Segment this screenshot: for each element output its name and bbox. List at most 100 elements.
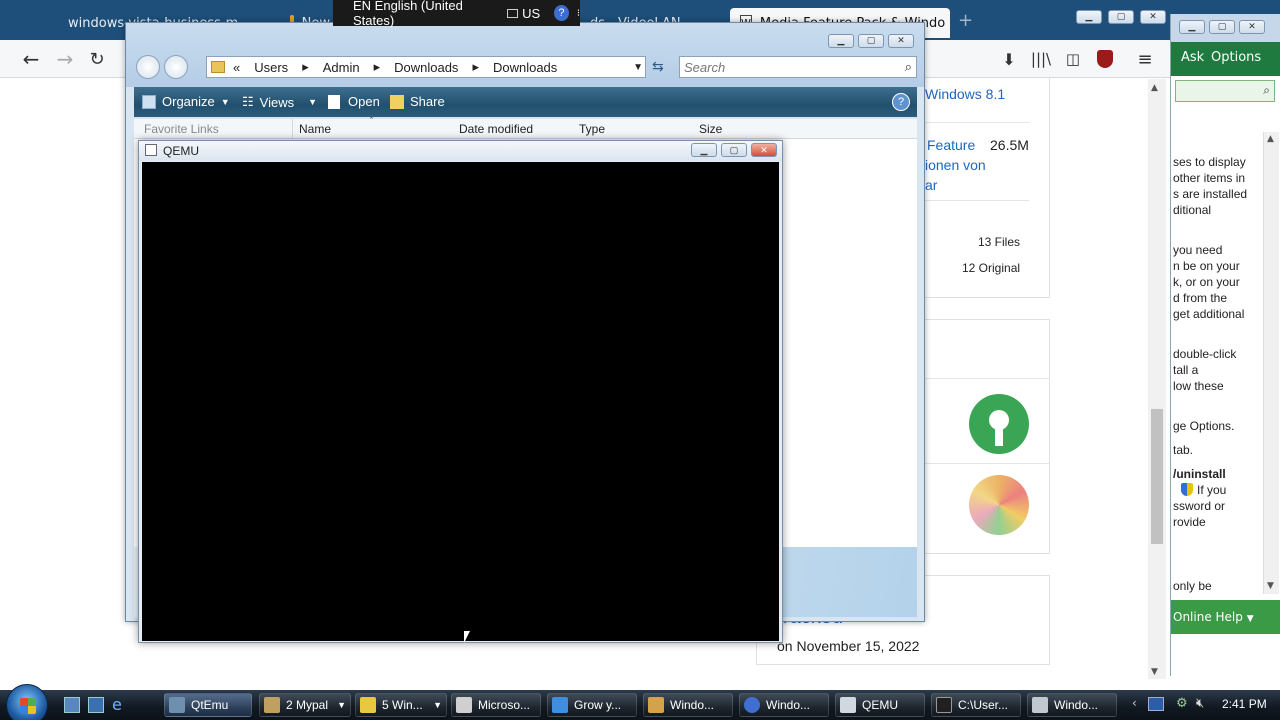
versions-link[interactable]: ionen von <box>925 157 986 173</box>
open-source-icon[interactable] <box>969 394 1029 454</box>
chevron-down-icon[interactable]: ▼ <box>1267 581 1274 591</box>
feature-link[interactable]: Feature <box>927 137 975 153</box>
chevron-down-icon[interactable]: ▼ <box>1247 614 1254 624</box>
start-button[interactable] <box>6 684 48 720</box>
organize-label: Organize <box>162 94 215 109</box>
volume-muted-icon[interactable]: 🔇︎ <box>1196 696 1204 711</box>
close-button[interactable]: ✕ <box>1239 20 1265 34</box>
taskbar-item[interactable]: Microso... <box>451 693 541 717</box>
address-bar[interactable]: « Users ▸ Admin ▸ Downloads ▸ Downloads … <box>206 56 646 78</box>
maximize-button[interactable]: ▢ <box>721 143 747 157</box>
taskbar-item[interactable]: 5 Win... ▼ <box>355 693 447 717</box>
column-size[interactable]: Size <box>699 122 722 136</box>
maximize-button[interactable]: ▢ <box>1209 20 1235 34</box>
options-icon[interactable]: ⁝ <box>577 8 580 19</box>
help-icon[interactable]: ? <box>892 93 910 111</box>
breadcrumb-item[interactable]: Downloads <box>493 60 557 75</box>
minimize-button[interactable]: ▁ <box>828 34 854 48</box>
breadcrumb-overflow[interactable]: « <box>233 60 240 75</box>
taskbar-item[interactable]: QEMU <box>835 693 925 717</box>
colorful-puzzle-icon[interactable] <box>969 475 1029 535</box>
scrollbar-thumb[interactable] <box>1151 409 1163 544</box>
page-scrollbar[interactable]: ▲ ▼ <box>1148 79 1166 679</box>
chevron-right-icon[interactable]: ▸ <box>374 59 381 75</box>
maximize-button[interactable]: ▢ <box>858 34 884 48</box>
refresh-icon[interactable]: ⇆ <box>652 59 664 75</box>
chevron-right-icon[interactable]: ▸ <box>472 59 479 75</box>
menu-button[interactable]: ≡ <box>1132 46 1158 72</box>
help-text: d from the <box>1173 291 1228 305</box>
search-input[interactable]: Search ⌕ <box>679 56 917 78</box>
sidebar-button[interactable]: ◫ <box>1060 46 1086 72</box>
help-link[interactable]: ge Options. <box>1173 419 1234 433</box>
back-button[interactable]: ← <box>18 46 44 72</box>
taskbar-item[interactable]: 2 Mypal ▼ <box>259 693 351 717</box>
minimize-button[interactable]: ▁ <box>1179 20 1205 34</box>
chevron-down-icon[interactable]: ▼ <box>1151 667 1158 677</box>
ar-link[interactable]: ar <box>925 177 937 193</box>
network-icon[interactable] <box>1148 697 1164 711</box>
chevron-down-icon[interactable]: ▼ <box>633 62 643 73</box>
help-search-input[interactable]: ⌕ <box>1175 80 1275 102</box>
windows81-link[interactable]: Windows 8.1 <box>925 86 1005 102</box>
close-button[interactable]: ✕ <box>751 143 777 157</box>
library-button[interactable]: |||\ <box>1028 46 1054 72</box>
forward-button[interactable] <box>164 55 188 79</box>
column-date-modified[interactable]: Date modified <box>459 122 533 136</box>
qemu-icon <box>840 697 856 713</box>
taskbar-item[interactable]: Grow y... <box>547 693 637 717</box>
options-button[interactable]: Options <box>1211 50 1261 65</box>
online-help-button[interactable]: Online Help <box>1173 610 1243 624</box>
close-button[interactable]: ✕ <box>888 34 914 48</box>
taskbar-item[interactable]: Windo... <box>739 693 829 717</box>
share-button[interactable]: Share <box>390 94 445 109</box>
views-button[interactable]: ☷ Views ▼ <box>242 94 317 110</box>
divider <box>925 122 1029 123</box>
chevron-right-icon[interactable]: ▸ <box>302 59 309 75</box>
tools-icon <box>648 697 664 713</box>
help-scrollbar[interactable]: ▲ ▼ <box>1263 132 1279 594</box>
tray-app-icon[interactable]: ⚙ <box>1176 696 1188 711</box>
column-type[interactable]: Type <box>579 122 605 136</box>
chevron-down-icon: ▼ <box>308 97 318 107</box>
qemu-title-bar[interactable]: QEMU ▁ ▢ ✕ <box>139 141 782 161</box>
breadcrumb-item[interactable]: Admin <box>323 60 360 75</box>
open-button[interactable]: Open <box>328 94 380 109</box>
help-icon[interactable]: ? <box>554 5 569 21</box>
breadcrumb-item[interactable]: Downloads <box>394 60 458 75</box>
keyboard-layout[interactable]: US <box>522 6 540 21</box>
close-icon[interactable]: ✕ <box>945 16 950 31</box>
taskbar-item[interactable]: C:\User... <box>931 693 1021 717</box>
chevron-up-icon[interactable]: ▲ <box>1151 83 1158 93</box>
ublock-button[interactable] <box>1092 46 1118 72</box>
organize-button[interactable]: Organize ▼ <box>142 94 230 109</box>
download-button[interactable]: ⬇ <box>996 46 1022 72</box>
breadcrumb-item[interactable]: Users <box>254 60 288 75</box>
taskbar-item[interactable]: Windo... <box>643 693 733 717</box>
taskbar-item[interactable]: QtEmu <box>164 693 252 717</box>
search-icon[interactable]: ⌕ <box>905 59 912 75</box>
chevron-left-icon[interactable]: ‹ <box>1132 696 1137 710</box>
column-name[interactable]: Name <box>299 122 331 136</box>
back-button[interactable] <box>136 55 160 79</box>
show-desktop-icon[interactable] <box>64 697 80 713</box>
minimize-button[interactable]: ▁ <box>691 143 717 157</box>
qemu-display[interactable] <box>142 162 779 641</box>
chevron-up-icon[interactable]: ▲ <box>1267 134 1274 144</box>
help-link[interactable]: get additional <box>1173 307 1244 321</box>
minimize-button[interactable]: ▁ <box>1076 10 1102 24</box>
search-icon[interactable]: ⌕ <box>1263 83 1270 98</box>
taskbar-item[interactable]: Windo... <box>1027 693 1117 717</box>
reload-button[interactable]: ↻ <box>84 46 110 72</box>
close-button[interactable]: ✕ <box>1140 10 1166 24</box>
ask-button[interactable]: Ask <box>1181 50 1204 65</box>
forward-button[interactable]: → <box>52 46 78 72</box>
input-language[interactable]: EN English (United States) <box>353 0 495 28</box>
internet-explorer-icon[interactable]: e <box>112 695 122 714</box>
taskbar-item-label: Windo... <box>1054 698 1099 712</box>
open-label: Open <box>348 94 380 109</box>
new-tab-button[interactable]: + <box>958 10 973 31</box>
switch-windows-icon[interactable] <box>88 697 104 713</box>
clock[interactable]: 2:41 PM <box>1222 697 1267 711</box>
maximize-button[interactable]: ▢ <box>1108 10 1134 24</box>
